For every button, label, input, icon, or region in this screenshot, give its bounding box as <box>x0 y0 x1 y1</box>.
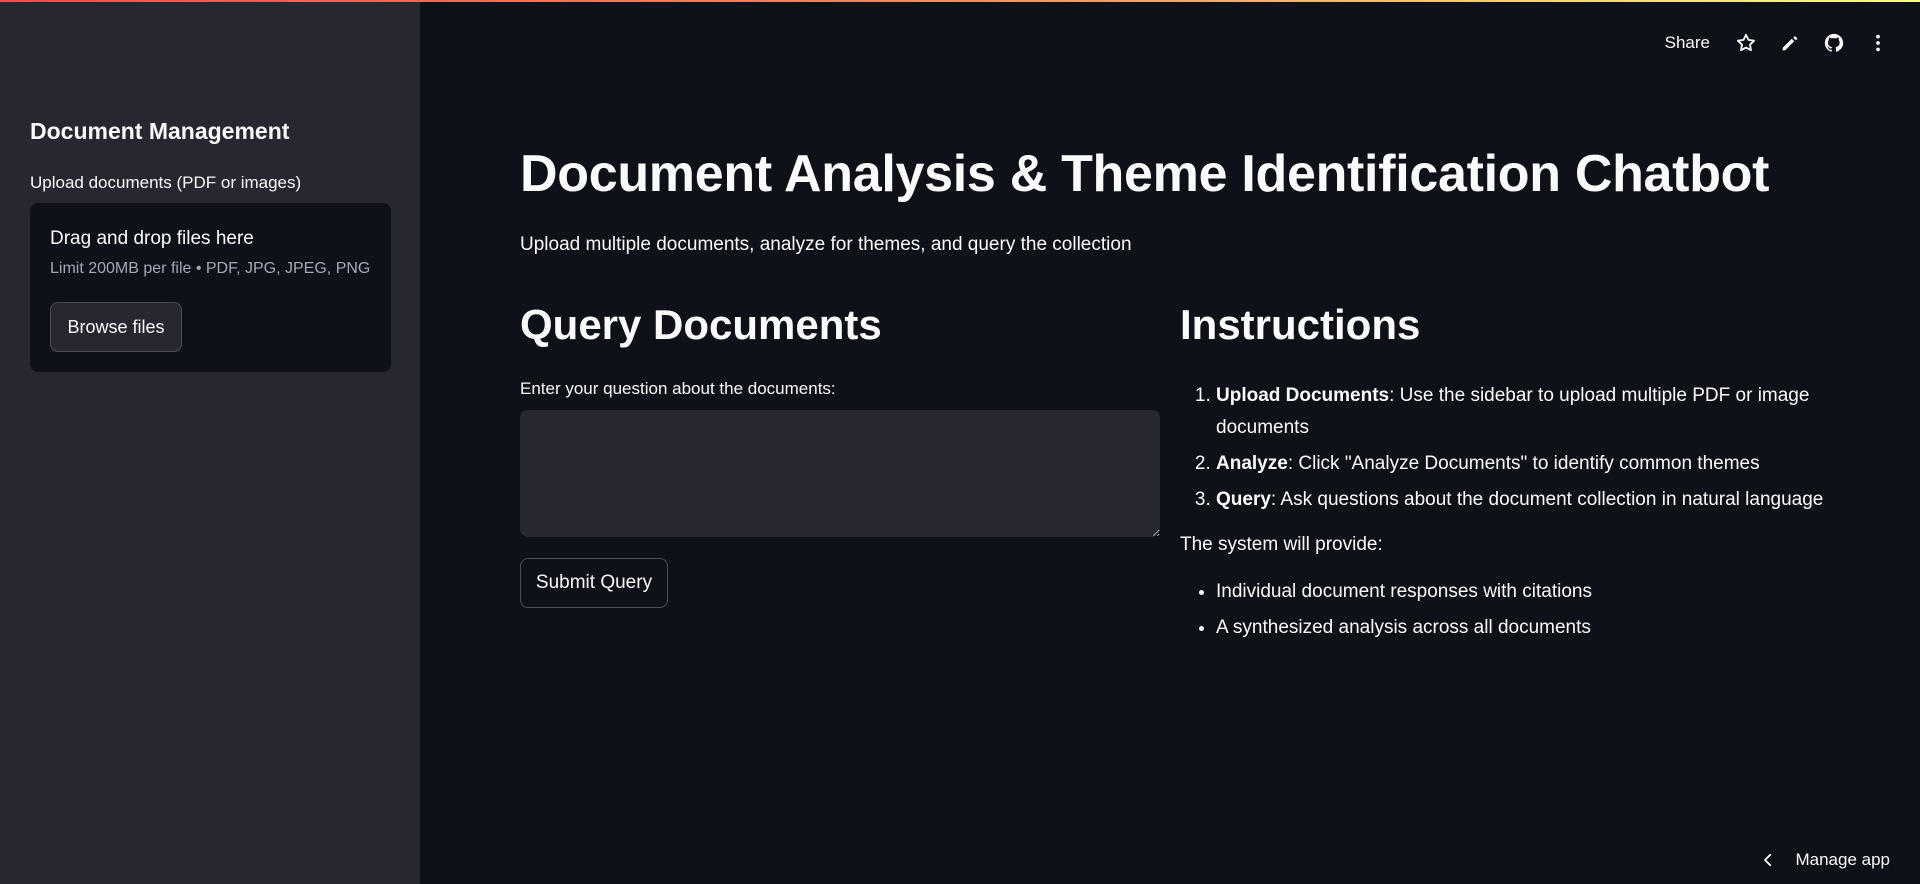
manage-app-label: Manage app <box>1795 850 1890 869</box>
top-decoration-bar <box>0 0 1920 2</box>
list-item: A synthesized analysis across all docume… <box>1216 612 1840 644</box>
chevron-left-icon <box>1764 853 1772 867</box>
github-icon[interactable] <box>1812 26 1856 60</box>
instructions-list: Upload Documents: Use the sidebar to upl… <box>1180 380 1840 516</box>
browse-files-button[interactable]: Browse files <box>50 302 182 352</box>
list-item: Upload Documents: Use the sidebar to upl… <box>1216 380 1840 444</box>
page-title: Document Analysis & Theme Identification… <box>520 145 1770 203</box>
list-item: Query: Ask questions about the document … <box>1216 484 1840 516</box>
manage-app-button[interactable]: Manage app <box>1759 850 1890 870</box>
more-vertical-icon[interactable] <box>1856 26 1900 60</box>
step-text: : Click "Analyze Documents" to identify … <box>1287 453 1760 475</box>
page-subtitle: Upload multiple documents, analyze for t… <box>520 234 1132 255</box>
dropzone-limit: Limit 200MB per file • PDF, JPG, JPEG, P… <box>50 260 371 277</box>
header-toolbar: Share <box>1651 26 1900 60</box>
sidebar: Document Management Upload documents (PD… <box>0 0 420 884</box>
instructions-heading: Instructions <box>1180 301 1421 348</box>
provide-label: The system will provide: <box>1180 534 1383 556</box>
instructions-section: Instructions Upload Documents: Use the s… <box>1180 300 1840 648</box>
list-item: Analyze: Click "Analyze Documents" to id… <box>1216 448 1840 480</box>
step-bold: Upload Documents <box>1216 385 1390 407</box>
pencil-icon[interactable] <box>1768 26 1812 60</box>
question-input[interactable] <box>520 410 1160 538</box>
share-button[interactable]: Share <box>1651 33 1724 53</box>
dropzone-title: Drag and drop files here <box>50 228 254 249</box>
step-bold: Analyze <box>1216 453 1288 475</box>
file-dropzone[interactable]: Drag and drop files here Limit 200MB per… <box>30 203 391 372</box>
step-bold: Query <box>1216 489 1271 511</box>
uploader-label: Upload documents (PDF or images) <box>30 173 302 192</box>
list-item: Individual document responses with citat… <box>1216 576 1840 608</box>
provide-list: Individual document responses with citat… <box>1180 576 1840 644</box>
step-text: : Ask questions about the document colle… <box>1270 489 1824 511</box>
question-label: Enter your question about the documents: <box>520 379 836 399</box>
star-icon[interactable] <box>1724 26 1768 60</box>
query-section: Query Documents Enter your question abou… <box>520 300 1160 609</box>
query-heading: Query Documents <box>520 301 882 348</box>
sidebar-title: Document Management <box>30 118 290 144</box>
submit-query-button[interactable]: Submit Query <box>520 558 668 609</box>
